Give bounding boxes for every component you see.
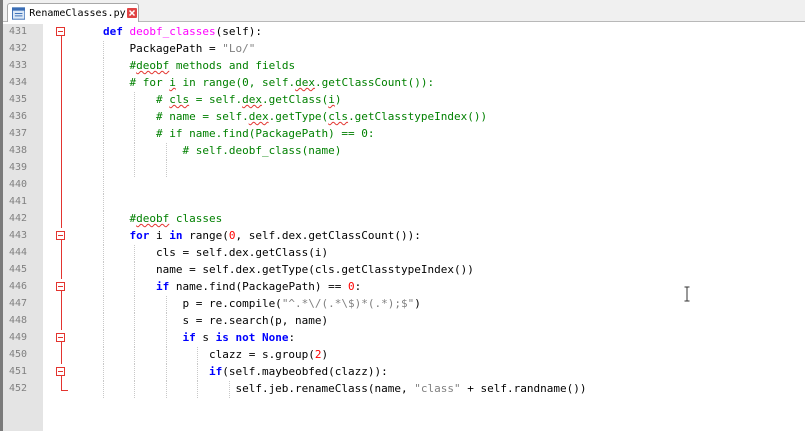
code-line[interactable]: 438 # self.deobf_class(name) xyxy=(3,143,805,160)
code-text: # self.deobf_class(name) xyxy=(103,144,342,157)
line-number: 444 xyxy=(9,247,28,258)
line-number: 446 xyxy=(9,281,28,292)
line-number: 443 xyxy=(9,230,28,241)
code-line[interactable]: 434 # for i in range(0, self.dex.getClas… xyxy=(3,75,805,92)
fold-line xyxy=(61,58,62,75)
code-text: PackagePath = "Lo/" xyxy=(103,42,256,55)
line-number: 438 xyxy=(9,145,28,156)
fold-minus-icon[interactable] xyxy=(56,282,65,291)
code-text: cls = self.dex.getClass(i) xyxy=(103,246,329,259)
code-text: def deobf_classes(self): xyxy=(103,25,262,38)
code-line[interactable]: 444 cls = self.dex.getClass(i) xyxy=(3,245,805,262)
indent-guide xyxy=(103,160,104,177)
line-number: 432 xyxy=(9,43,28,54)
line-number: 433 xyxy=(9,60,28,71)
code-line[interactable]: 445 name = self.dex.getType(cls.getClass… xyxy=(3,262,805,279)
fold-line xyxy=(61,143,62,160)
line-number: 441 xyxy=(9,196,28,207)
tab-renameclasses[interactable]: RenameClasses.py xyxy=(7,3,139,22)
line-number: 450 xyxy=(9,349,28,360)
file-icon xyxy=(12,6,26,20)
line-number: 451 xyxy=(9,366,28,377)
code-line[interactable]: 436 # name = self.dex.getType(cls.getCla… xyxy=(3,109,805,126)
fold-line xyxy=(61,194,62,211)
fold-line xyxy=(61,109,62,126)
code-line[interactable]: 435 # cls = self.dex.getClass(i) xyxy=(3,92,805,109)
editor-window: RenameClasses.py 431 def deobf_classes(se… xyxy=(0,0,805,431)
indent-guide xyxy=(134,160,135,177)
fold-line xyxy=(61,347,62,364)
fold-line xyxy=(61,262,62,279)
code-text: clazz = s.group(2) xyxy=(103,348,329,361)
code-text: # cls = self.dex.getClass(i) xyxy=(103,93,342,106)
code-line[interactable]: 452 self.jeb.renameClass(name, "class" +… xyxy=(3,381,805,398)
line-number: 447 xyxy=(9,298,28,309)
code-line[interactable]: 448 s = re.search(p, name) xyxy=(3,313,805,330)
line-number: 445 xyxy=(9,264,28,275)
code-text: if name.find(PackagePath) == 0: xyxy=(103,280,362,293)
code-line[interactable]: 451 if(self.maybeobfed(clazz)): xyxy=(3,364,805,381)
line-number: 452 xyxy=(9,383,28,394)
code-text: if s is not None: xyxy=(103,331,296,344)
code-line[interactable]: 449 if s is not None: xyxy=(3,330,805,347)
code-text: if(self.maybeobfed(clazz)): xyxy=(103,365,388,378)
fold-line xyxy=(61,41,62,58)
fold-minus-icon[interactable] xyxy=(56,231,65,240)
fold-line xyxy=(61,296,62,313)
line-number: 436 xyxy=(9,111,28,122)
code-text: #deobf methods and fields xyxy=(103,59,296,72)
code-text: # name = self.dex.getType(cls.getClassty… xyxy=(103,110,488,123)
code-text: s = re.search(p, name) xyxy=(103,314,329,327)
tab-label: RenameClasses.py xyxy=(29,7,126,19)
indent-guide xyxy=(166,160,167,177)
fold-line xyxy=(61,126,62,143)
code-text: #deobf classes xyxy=(103,212,223,225)
indent-guide xyxy=(103,177,104,194)
code-line[interactable]: 432 PackagePath = "Lo/" xyxy=(3,41,805,58)
line-number: 434 xyxy=(9,77,28,88)
code-line[interactable]: 431 def deobf_classes(self): xyxy=(3,24,805,41)
code-text: for i in range(0, self.dex.getClassCount… xyxy=(103,229,421,242)
code-text: name = self.dex.getType(cls.getClasstype… xyxy=(103,263,474,276)
code-line[interactable]: 441 xyxy=(3,194,805,211)
code-line[interactable]: 450 clazz = s.group(2) xyxy=(3,347,805,364)
fold-line xyxy=(61,92,62,109)
code-text: self.jeb.renameClass(name, "class" + sel… xyxy=(103,382,587,395)
code-text: # if name.find(PackagePath) == 0: xyxy=(103,127,375,140)
code-text: p = re.compile("^.*\/(.*\$)*(.*);$") xyxy=(103,297,421,310)
fold-line xyxy=(61,211,62,228)
fold-end-marker xyxy=(61,381,68,391)
close-icon[interactable] xyxy=(127,7,138,19)
code-line[interactable]: 433 #deobf methods and fields xyxy=(3,58,805,75)
fold-line xyxy=(61,75,62,92)
line-number: 442 xyxy=(9,213,28,224)
fold-line xyxy=(61,177,62,194)
code-editor[interactable]: 431 def deobf_classes(self): 432 PackagePa… xyxy=(3,24,805,431)
fold-minus-icon[interactable] xyxy=(56,333,65,342)
line-number: 435 xyxy=(9,94,28,105)
code-line[interactable]: 439 xyxy=(3,160,805,177)
tab-bar: RenameClasses.py xyxy=(3,0,805,22)
code-line[interactable]: 437 # if name.find(PackagePath) == 0: xyxy=(3,126,805,143)
line-number: 448 xyxy=(9,315,28,326)
indent-guide xyxy=(103,194,104,211)
fold-line xyxy=(61,245,62,262)
code-line[interactable]: 443 for i in range(0, self.dex.getClassC… xyxy=(3,228,805,245)
code-text: # for i in range(0, self.dex.getClassCou… xyxy=(103,76,435,89)
line-number: 437 xyxy=(9,128,28,139)
code-line[interactable]: 440 xyxy=(3,177,805,194)
line-number: 439 xyxy=(9,162,28,173)
line-number: 440 xyxy=(9,179,28,190)
fold-minus-icon[interactable] xyxy=(56,27,65,36)
fold-minus-icon[interactable] xyxy=(56,367,65,376)
text-cursor-icon xyxy=(684,286,690,302)
fold-line xyxy=(61,313,62,330)
fold-line xyxy=(61,160,62,177)
line-number: 431 xyxy=(9,26,28,37)
code-line[interactable]: 442 #deobf classes xyxy=(3,211,805,228)
line-number: 449 xyxy=(9,332,28,343)
